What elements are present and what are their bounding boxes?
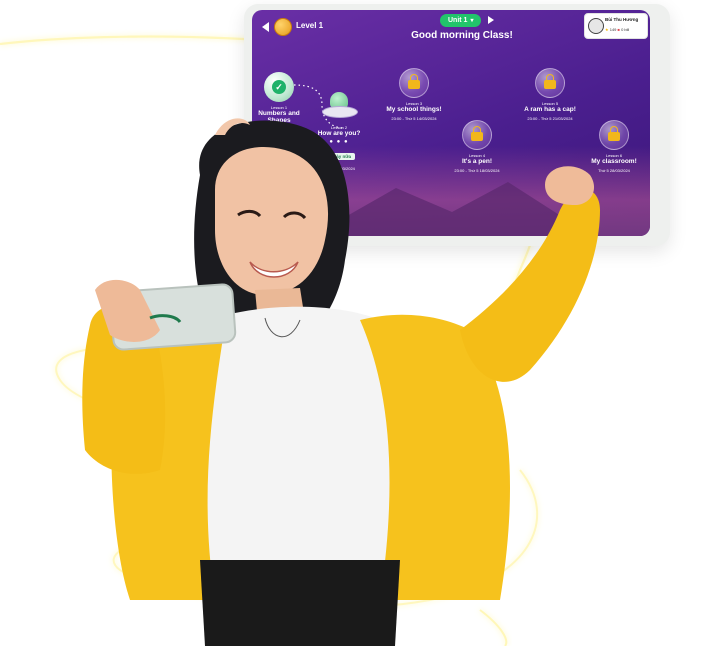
raised-arm [460, 189, 600, 382]
t-shirt [194, 306, 400, 575]
student-photo [82, 118, 600, 646]
